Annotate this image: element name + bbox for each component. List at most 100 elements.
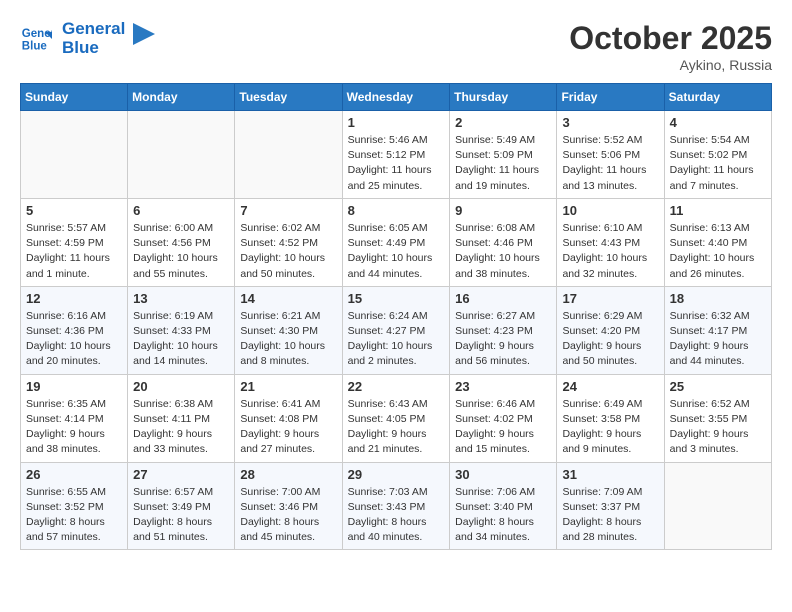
calendar-cell: 19Sunrise: 6:35 AM Sunset: 4:14 PM Dayli… bbox=[21, 374, 128, 462]
day-number: 28 bbox=[240, 467, 336, 482]
calendar-cell: 30 Sunrise: 7:06 AM Sunset: 3:40 PM Dayli… bbox=[450, 462, 557, 550]
calendar-week-row: 26Sunrise: 6:55 AM Sunset: 3:52 PM Dayli… bbox=[21, 462, 772, 550]
logo-text-general: General bbox=[62, 20, 125, 39]
day-info: Sunrise: 6:35 AM Sunset: 4:14 PM Dayligh… bbox=[26, 397, 122, 458]
calendar-cell bbox=[664, 462, 771, 550]
day-number: 18 bbox=[670, 291, 766, 306]
day-number: 15 bbox=[348, 291, 445, 306]
weekday-header-monday: Monday bbox=[128, 84, 235, 111]
day-info: Sunrise: 6:29 AM Sunset: 4:20 PM Dayligh… bbox=[562, 309, 658, 370]
day-info: Sunrise: 6:10 AM Sunset: 4:43 PM Dayligh… bbox=[562, 221, 658, 282]
day-info: Sunrise: 6:49 AM Sunset: 3:58 PM Dayligh… bbox=[562, 397, 658, 458]
day-number: 7 bbox=[240, 203, 336, 218]
day-number: 29 bbox=[348, 467, 445, 482]
day-number: 8 bbox=[348, 203, 445, 218]
calendar-cell: 8 Sunrise: 6:05 AM Sunset: 4:49 PM Daylig… bbox=[342, 198, 450, 286]
calendar-cell: 6 Sunrise: 6:00 AM Sunset: 4:56 PM Daylig… bbox=[128, 198, 235, 286]
day-number: 4 bbox=[670, 115, 766, 130]
calendar-cell: 3Sunrise: 5:52 AM Sunset: 5:06 PM Daylig… bbox=[557, 111, 664, 199]
day-number: 23 bbox=[455, 379, 551, 394]
day-info: Sunrise: 6:08 AM Sunset: 4:46 PM Dayligh… bbox=[455, 221, 551, 282]
calendar-cell: 2 Sunrise: 5:49 AM Sunset: 5:09 PM Daylig… bbox=[450, 111, 557, 199]
calendar-cell: 31Sunrise: 7:09 AM Sunset: 3:37 PM Dayli… bbox=[557, 462, 664, 550]
weekday-header-tuesday: Tuesday bbox=[235, 84, 342, 111]
day-number: 30 bbox=[455, 467, 551, 482]
day-info: Sunrise: 6:57 AM Sunset: 3:49 PM Dayligh… bbox=[133, 485, 229, 546]
calendar-cell: 28 Sunrise: 7:00 AM Sunset: 3:46 PM Dayli… bbox=[235, 462, 342, 550]
calendar-cell: 4 Sunrise: 5:54 AM Sunset: 5:02 PM Daylig… bbox=[664, 111, 771, 199]
day-number: 6 bbox=[133, 203, 229, 218]
day-number: 24 bbox=[562, 379, 658, 394]
day-number: 20 bbox=[133, 379, 229, 394]
day-info: Sunrise: 6:21 AM Sunset: 4:30 PM Dayligh… bbox=[240, 309, 336, 370]
calendar-cell: 22 Sunrise: 6:43 AM Sunset: 4:05 PM Dayli… bbox=[342, 374, 450, 462]
calendar-cell: 7 Sunrise: 6:02 AM Sunset: 4:52 PM Daylig… bbox=[235, 198, 342, 286]
day-info: Sunrise: 6:52 AM Sunset: 3:55 PM Dayligh… bbox=[670, 397, 766, 458]
day-info: Sunrise: 6:19 AM Sunset: 4:33 PM Dayligh… bbox=[133, 309, 229, 370]
weekday-header-sunday: Sunday bbox=[21, 84, 128, 111]
calendar-cell: 26Sunrise: 6:55 AM Sunset: 3:52 PM Dayli… bbox=[21, 462, 128, 550]
weekday-header-thursday: Thursday bbox=[450, 84, 557, 111]
day-info: Sunrise: 5:49 AM Sunset: 5:09 PM Dayligh… bbox=[455, 133, 551, 194]
day-number: 13 bbox=[133, 291, 229, 306]
calendar-table: SundayMondayTuesdayWednesdayThursdayFrid… bbox=[20, 83, 772, 550]
day-number: 25 bbox=[670, 379, 766, 394]
svg-text:Blue: Blue bbox=[22, 40, 48, 52]
day-number: 9 bbox=[455, 203, 551, 218]
calendar-week-row: 19Sunrise: 6:35 AM Sunset: 4:14 PM Dayli… bbox=[21, 374, 772, 462]
day-number: 1 bbox=[348, 115, 445, 130]
calendar-cell: 27Sunrise: 6:57 AM Sunset: 3:49 PM Dayli… bbox=[128, 462, 235, 550]
calendar-cell bbox=[21, 111, 128, 199]
day-info: Sunrise: 6:43 AM Sunset: 4:05 PM Dayligh… bbox=[348, 397, 445, 458]
day-number: 17 bbox=[562, 291, 658, 306]
calendar-week-row: 1Sunrise: 5:46 AM Sunset: 5:12 PM Daylig… bbox=[21, 111, 772, 199]
calendar-cell: 18Sunrise: 6:32 AM Sunset: 4:17 PM Dayli… bbox=[664, 286, 771, 374]
calendar-cell: 23 Sunrise: 6:46 AM Sunset: 4:02 PM Dayli… bbox=[450, 374, 557, 462]
day-info: Sunrise: 6:24 AM Sunset: 4:27 PM Dayligh… bbox=[348, 309, 445, 370]
weekday-header-friday: Friday bbox=[557, 84, 664, 111]
weekday-header-saturday: Saturday bbox=[664, 84, 771, 111]
day-number: 12 bbox=[26, 291, 122, 306]
day-info: Sunrise: 6:27 AM Sunset: 4:23 PM Dayligh… bbox=[455, 309, 551, 370]
day-number: 11 bbox=[670, 203, 766, 218]
day-info: Sunrise: 7:09 AM Sunset: 3:37 PM Dayligh… bbox=[562, 485, 658, 546]
logo-text-blue: Blue bbox=[62, 39, 125, 58]
logo-arrow-icon bbox=[133, 23, 155, 45]
calendar-cell: 25 Sunrise: 6:52 AM Sunset: 3:55 PM Dayli… bbox=[664, 374, 771, 462]
calendar-cell: 9 Sunrise: 6:08 AM Sunset: 4:46 PM Daylig… bbox=[450, 198, 557, 286]
day-number: 16 bbox=[455, 291, 551, 306]
day-info: Sunrise: 6:46 AM Sunset: 4:02 PM Dayligh… bbox=[455, 397, 551, 458]
day-info: Sunrise: 5:54 AM Sunset: 5:02 PM Dayligh… bbox=[670, 133, 766, 194]
day-info: Sunrise: 6:38 AM Sunset: 4:11 PM Dayligh… bbox=[133, 397, 229, 458]
day-info: Sunrise: 7:00 AM Sunset: 3:46 PM Dayligh… bbox=[240, 485, 336, 546]
calendar-week-row: 12Sunrise: 6:16 AM Sunset: 4:36 PM Dayli… bbox=[21, 286, 772, 374]
day-info: Sunrise: 5:57 AM Sunset: 4:59 PM Dayligh… bbox=[26, 221, 122, 282]
calendar-cell: 5 Sunrise: 5:57 AM Sunset: 4:59 PM Daylig… bbox=[21, 198, 128, 286]
logo-icon: General Blue bbox=[20, 23, 52, 55]
day-number: 5 bbox=[26, 203, 122, 218]
day-info: Sunrise: 7:06 AM Sunset: 3:40 PM Dayligh… bbox=[455, 485, 551, 546]
day-info: Sunrise: 6:05 AM Sunset: 4:49 PM Dayligh… bbox=[348, 221, 445, 282]
day-number: 10 bbox=[562, 203, 658, 218]
calendar-cell bbox=[235, 111, 342, 199]
calendar-cell: 20 Sunrise: 6:38 AM Sunset: 4:11 PM Dayli… bbox=[128, 374, 235, 462]
day-info: Sunrise: 5:52 AM Sunset: 5:06 PM Dayligh… bbox=[562, 133, 658, 194]
calendar-cell: 10 Sunrise: 6:10 AM Sunset: 4:43 PM Dayli… bbox=[557, 198, 664, 286]
calendar-cell: 11 Sunrise: 6:13 AM Sunset: 4:40 PM Dayli… bbox=[664, 198, 771, 286]
day-info: Sunrise: 6:13 AM Sunset: 4:40 PM Dayligh… bbox=[670, 221, 766, 282]
calendar-cell: 15 Sunrise: 6:24 AM Sunset: 4:27 PM Dayli… bbox=[342, 286, 450, 374]
page-header: General Blue General Blue October 2025 A… bbox=[20, 20, 772, 73]
day-number: 26 bbox=[26, 467, 122, 482]
day-info: Sunrise: 6:02 AM Sunset: 4:52 PM Dayligh… bbox=[240, 221, 336, 282]
title-block: October 2025 Aykino, Russia bbox=[569, 20, 772, 73]
calendar-cell: 29Sunrise: 7:03 AM Sunset: 3:43 PM Dayli… bbox=[342, 462, 450, 550]
logo: General Blue General Blue bbox=[20, 20, 155, 57]
weekday-header-row: SundayMondayTuesdayWednesdayThursdayFrid… bbox=[21, 84, 772, 111]
day-number: 2 bbox=[455, 115, 551, 130]
day-number: 22 bbox=[348, 379, 445, 394]
calendar-cell: 24 Sunrise: 6:49 AM Sunset: 3:58 PM Dayli… bbox=[557, 374, 664, 462]
day-info: Sunrise: 6:00 AM Sunset: 4:56 PM Dayligh… bbox=[133, 221, 229, 282]
location: Aykino, Russia bbox=[569, 57, 772, 73]
calendar-cell: 17 Sunrise: 6:29 AM Sunset: 4:20 PM Dayli… bbox=[557, 286, 664, 374]
calendar-cell bbox=[128, 111, 235, 199]
